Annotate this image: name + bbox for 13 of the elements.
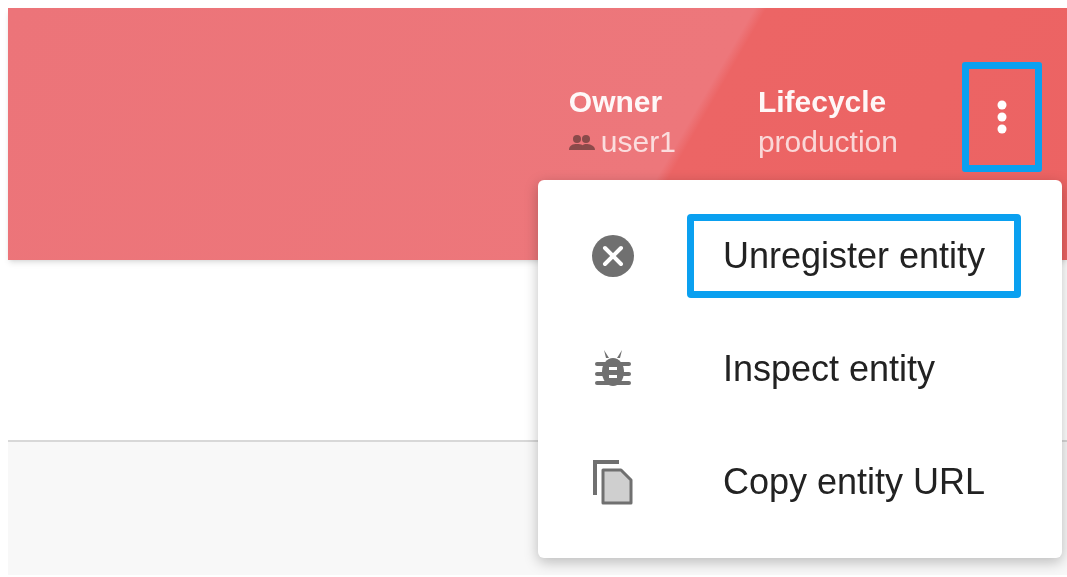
field-value: user1	[600, 124, 676, 160]
more-vertical-icon	[997, 100, 1007, 134]
people-icon	[568, 134, 595, 150]
field-value: production	[757, 124, 898, 160]
field-label: Owner	[568, 84, 664, 120]
menu-item[interactable]: Inspect entity	[687, 327, 972, 411]
menu-item[interactable]: Copy entity URL	[687, 439, 1022, 524]
more-menu-button[interactable]	[962, 62, 1042, 172]
copy-icon	[593, 458, 633, 505]
bug-icon	[595, 350, 631, 388]
menu-item[interactable]: Unregister entity	[687, 214, 1022, 299]
cancel-icon	[592, 235, 634, 278]
field-label: Lifecycle	[757, 84, 888, 120]
